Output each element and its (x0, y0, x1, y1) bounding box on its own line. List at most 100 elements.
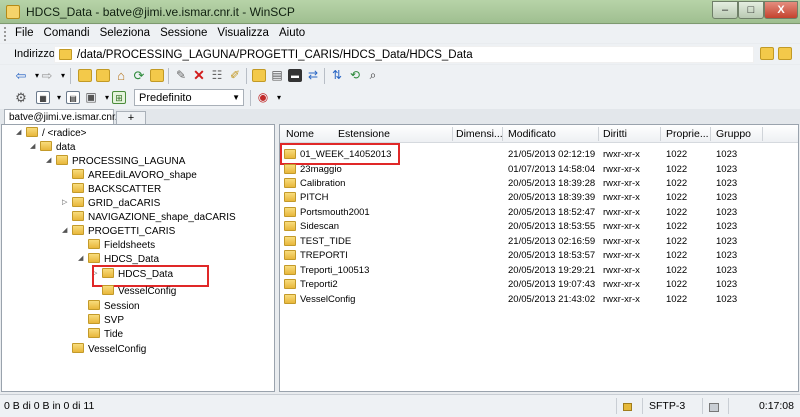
column-separator[interactable] (660, 127, 661, 141)
tree-item[interactable]: SVP (88, 314, 124, 328)
edit-icon[interactable]: ✎ (174, 69, 188, 82)
collapse-icon[interactable]: ◢ (78, 254, 83, 262)
tree-item[interactable]: BACKSCATTER (72, 183, 161, 197)
tree-item[interactable]: Session (88, 300, 140, 314)
list-item[interactable]: Sidescan 20/05/2013 18:53:55 rwxr-xr-x 1022… (280, 220, 798, 233)
column-separator[interactable] (452, 127, 453, 141)
file-list[interactable]: Nome Estensione Dimensi... Modificato Di… (279, 124, 799, 392)
delete-icon[interactable]: ✕ (192, 68, 206, 82)
column-header-owner[interactable]: Proprie... (666, 128, 709, 140)
tab-session[interactable]: batve@jimi.ve.ismar.cnr.it (4, 109, 123, 125)
column-header-name[interactable]: Nome (286, 128, 314, 140)
directory-tree[interactable]: ◢ / <radice> ◢ data ◢ PROCESSING_LAGUNA ARE… (1, 124, 275, 392)
toolbar-separator (168, 68, 169, 84)
list-item[interactable]: TREPORTI 20/05/2013 18:53:57 rwxr-xr-x 1022… (280, 249, 798, 262)
back-arrow-icon[interactable]: ⇦ (14, 69, 28, 82)
tree-item[interactable]: ▷ GRID_daCARIS (62, 197, 160, 211)
parent-folder-icon[interactable] (778, 47, 792, 60)
collapse-icon[interactable]: ◢ (30, 142, 35, 150)
forward-arrow-icon[interactable]: ⇨ (40, 69, 54, 82)
column-separator[interactable] (598, 127, 599, 141)
tree-toggle-icon[interactable]: ⊞ (112, 91, 126, 104)
expand-icon[interactable]: ▷ (62, 198, 67, 206)
list-item[interactable]: Treporti_100513 20/05/2013 19:29:21 rwxr-x… (280, 264, 798, 277)
column-separator[interactable] (502, 127, 503, 141)
list-item[interactable]: Calibration 20/05/2013 18:39:28 rwxr-xr-x 1… (280, 177, 798, 190)
column-separator[interactable] (762, 127, 763, 141)
tree-item[interactable]: VesselConfig (72, 343, 146, 357)
chevron-down-icon[interactable]: ▾ (52, 91, 66, 104)
collapse-icon[interactable]: ◢ (46, 156, 51, 164)
find-files-icon[interactable] (150, 69, 164, 82)
file-name: TREPORTI (300, 250, 348, 261)
folder-icon (284, 250, 300, 262)
column-header-size[interactable]: Dimensi... (456, 128, 503, 140)
list-item[interactable]: Portsmouth2001 20/05/2013 18:52:47 rwxr-xr… (280, 206, 798, 219)
gear-icon[interactable]: ⚙ (14, 91, 28, 104)
tree-item[interactable]: VesselConfig (102, 285, 176, 299)
menu-file[interactable]: File (10, 25, 39, 39)
column-header-rights[interactable]: Diritti (603, 128, 627, 140)
file-rights: rwxr-xr-x (603, 149, 640, 160)
tree-item[interactable]: ◢ PROGETTI_CARIS (62, 225, 175, 239)
file-modified: 20/05/2013 21:43:02 (508, 294, 596, 305)
list-item[interactable]: VesselConfig 20/05/2013 21:43:02 rwxr-xr-x… (280, 293, 798, 306)
new-file-icon[interactable]: ▤ (270, 69, 284, 82)
refresh-icon[interactable]: ⟳ (132, 69, 146, 82)
column-separator[interactable] (710, 127, 711, 141)
column-header-modified[interactable]: Modificato (508, 128, 556, 140)
new-tab-button[interactable]: + (116, 111, 146, 125)
binoculars-icon[interactable]: ⌕ (366, 69, 380, 82)
column-header-group[interactable]: Gruppo (716, 128, 751, 140)
tree-item[interactable]: NAVIGAZIONE_shape_daCARIS (72, 211, 236, 225)
menu-visualizza[interactable]: Visualizza (212, 25, 274, 39)
list-item[interactable]: TEST_TIDE 21/05/2013 02:16:59 rwxr-xr-x 102… (280, 235, 798, 248)
open-folder-icon[interactable] (760, 47, 774, 60)
menu-sessione[interactable]: Sessione (155, 25, 212, 39)
collapse-icon[interactable]: ◢ (16, 128, 21, 136)
rename-icon[interactable]: ✐ (228, 69, 242, 82)
tree-item[interactable]: Tide (88, 328, 123, 342)
tree-item[interactable]: ◢ PROCESSING_LAGUNA (46, 155, 185, 169)
column-header-extension[interactable]: Estensione (338, 128, 390, 140)
root-directory-icon[interactable] (96, 69, 110, 82)
chevron-down-icon[interactable]: ▾ (56, 69, 70, 82)
tree-item[interactable]: ◢ data (30, 141, 75, 155)
file-modified: 20/05/2013 18:52:47 (508, 207, 596, 218)
compare-icon[interactable]: ⇅ (330, 69, 344, 82)
collapse-icon[interactable]: ◢ (62, 226, 67, 234)
home-icon[interactable]: ⌂ (114, 69, 128, 82)
terminal-icon[interactable]: ▬ (288, 69, 302, 82)
sort-icon[interactable]: ▤ (66, 91, 80, 104)
address-input[interactable]: /data/PROCESSING_LAGUNA/PROGETTI_CARIS/H… (54, 46, 800, 63)
chevron-down-icon[interactable]: ▾ (272, 91, 286, 104)
menu-aiuto[interactable]: Aiuto (274, 25, 310, 39)
file-rights: rwxr-xr-x (603, 265, 640, 276)
minimize-button[interactable]: – (712, 1, 738, 19)
menu-seleziona[interactable]: Seleziona (95, 25, 156, 39)
preferences-icon[interactable]: ▣ (84, 91, 98, 104)
parent-directory-icon[interactable] (78, 69, 92, 82)
chevron-down-icon[interactable]: ▼ (232, 93, 240, 102)
new-folder-icon[interactable] (252, 69, 266, 82)
file-group: 1023 (716, 294, 738, 305)
tree-item-label: VesselConfig (118, 286, 177, 297)
transfer-settings-select[interactable]: Predefinito ▼ (134, 89, 244, 106)
status-bar: 0 B di 0 B in 0 di 11 SFTP-3 0:17:08 (0, 394, 800, 417)
view-icon[interactable]: ▦ (36, 91, 50, 104)
close-button[interactable]: X (764, 1, 798, 19)
synchronize-icon[interactable]: ⇄ (306, 69, 320, 82)
tree-item[interactable]: Fieldsheets (88, 239, 155, 253)
list-item[interactable]: 23maggio 01/07/2013 14:58:04 rwxr-xr-x 1022… (280, 163, 798, 176)
file-owner: 1022 (666, 279, 688, 290)
tree-item[interactable]: ◢ / <radice> (16, 127, 86, 141)
maximize-button[interactable]: □ (738, 1, 764, 19)
file-name: Portsmouth2001 (300, 207, 370, 218)
transfer-icon[interactable]: ◉ (256, 91, 270, 104)
list-item[interactable]: Treporti2 20/05/2013 19:07:43 rwxr-xr-x 102… (280, 278, 798, 291)
list-item[interactable]: PITCH 20/05/2013 18:39:39 rwxr-xr-x 1022 102… (280, 191, 798, 204)
tree-item[interactable]: AREEdiLAVORO_shape (72, 169, 197, 183)
menu-comandi[interactable]: Comandi (39, 25, 95, 39)
properties-icon[interactable]: ☷ (210, 69, 224, 82)
sync-browse-icon[interactable]: ⟲ (348, 69, 362, 82)
